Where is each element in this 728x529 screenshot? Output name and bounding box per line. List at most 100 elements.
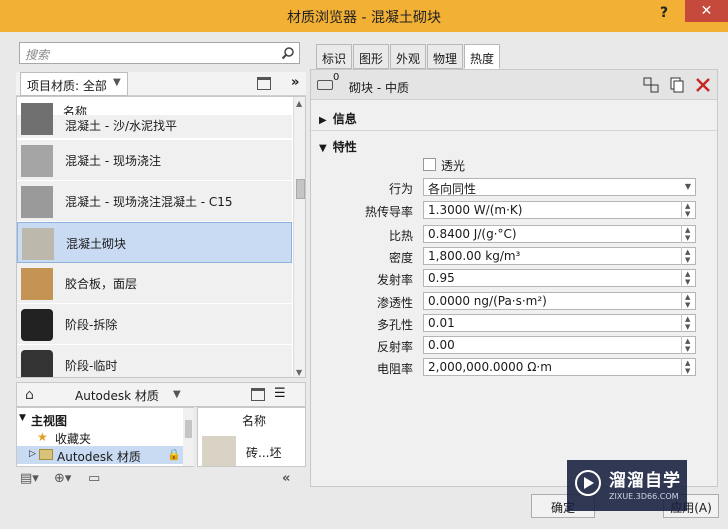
expand-triangle-icon[interactable]: ▼: [19, 413, 26, 423]
thumb-header[interactable]: 名称: [242, 412, 266, 429]
thumb-caption[interactable]: 砖...坯: [246, 444, 281, 461]
reflectivity-field[interactable]: 0.00: [423, 336, 696, 354]
tree-node-favorites[interactable]: ★ 收藏夹: [17, 428, 185, 446]
spin-down-icon[interactable]: ▼: [685, 345, 690, 353]
search-input[interactable]: 搜索: [19, 42, 300, 64]
spin-up-icon[interactable]: ▲: [685, 202, 690, 210]
spin-down-icon[interactable]: ▼: [685, 278, 690, 286]
close-button[interactable]: ✕: [685, 0, 728, 22]
scroll-down-icon[interactable]: ▼: [296, 368, 302, 377]
expand-icon[interactable]: »: [291, 75, 299, 90]
library-crumb[interactable]: Autodesk 材质: [75, 387, 159, 404]
tab-thermal[interactable]: 热度: [464, 44, 500, 69]
material-swatch: [21, 309, 53, 341]
asset-name: 砌块 - 中质: [349, 81, 409, 95]
density-label: 密度: [388, 251, 413, 265]
tree-scrollbar[interactable]: [183, 408, 194, 466]
density-field[interactable]: 1,800.00 kg/m³: [423, 247, 696, 265]
library-menu-icon[interactable]: ▤▾: [20, 471, 39, 486]
tree-node-label: 主视图: [31, 414, 68, 428]
list-item[interactable]: 阶段-拆除: [17, 304, 292, 345]
list-item[interactable]: 混凝土 - 现场浇注混凝土 - C15: [17, 181, 292, 222]
spin-down-icon[interactable]: ▼: [685, 256, 690, 264]
chevron-down-icon[interactable]: ▼: [173, 389, 181, 400]
asset-editor-icon[interactable]: ▭: [88, 471, 100, 486]
collapse-icon[interactable]: «: [282, 471, 290, 486]
behavior-select[interactable]: 各向同性 ▼: [423, 178, 696, 196]
thermal-conductivity-stepper[interactable]: ▲ ▼: [681, 201, 695, 219]
material-list-scrollbar[interactable]: ▲ ▼: [293, 97, 305, 377]
project-filter-dropdown[interactable]: 项目材质: 全部: [20, 72, 128, 96]
asset-hand-icon: [317, 80, 333, 90]
list-item-selected[interactable]: 混凝土砌块: [17, 222, 292, 263]
scroll-up-icon[interactable]: ▲: [296, 99, 302, 108]
material-swatch[interactable]: [202, 436, 236, 466]
spin-down-icon[interactable]: ▼: [685, 301, 690, 309]
window-icon[interactable]: [251, 388, 265, 401]
tab-appearance[interactable]: 外观: [390, 44, 426, 69]
spin-down-icon[interactable]: ▼: [685, 367, 690, 375]
home-icon[interactable]: ⌂: [25, 387, 34, 403]
tab-physical[interactable]: 物理: [427, 44, 463, 69]
emissivity-stepper[interactable]: ▲ ▼: [681, 269, 695, 287]
spin-up-icon[interactable]: ▲: [685, 359, 690, 367]
create-material-icon[interactable]: ⊕▾: [54, 471, 71, 486]
spin-down-icon[interactable]: ▼: [685, 210, 690, 218]
library-tree: ▼ 主视图 ★ 收藏夹 ▷ Autodesk 材质 🔒: [16, 407, 194, 467]
translucent-checkbox[interactable]: [423, 158, 436, 171]
spin-up-icon[interactable]: ▲: [685, 248, 690, 256]
list-item[interactable]: 阶段-临时: [17, 345, 292, 377]
material-swatch: [21, 350, 53, 377]
resistivity-stepper[interactable]: ▲ ▼: [681, 358, 695, 376]
scrollbar-thumb[interactable]: [296, 179, 305, 199]
show-hide-library-icon[interactable]: [257, 77, 271, 90]
emissivity-label: 发射率: [376, 273, 413, 287]
spin-up-icon[interactable]: ▲: [685, 293, 690, 301]
reflectivity-stepper[interactable]: ▲ ▼: [681, 336, 695, 354]
bottom-toolbar: ▤▾ ⊕▾ ▭ «: [16, 469, 306, 491]
delete-asset-icon[interactable]: [695, 77, 711, 93]
list-item[interactable]: 混凝土 - 现场浇注: [17, 140, 292, 181]
permeability-stepper[interactable]: ▲ ▼: [681, 292, 695, 310]
list-item[interactable]: 混凝土 - 沙/水泥找平: [17, 103, 292, 139]
section-properties[interactable]: ▼ 特性: [319, 138, 357, 155]
duplicate-asset-icon[interactable]: [669, 77, 685, 93]
tab-identity[interactable]: 标识: [316, 44, 352, 69]
property-panel: 0 砌块 - 中质 ▶ 信息 ▼ 特性 透光 行为 各向同性 ▼ 热传导率 1.…: [310, 69, 718, 487]
material-label: 混凝土砌块: [66, 237, 127, 251]
chevron-down-icon[interactable]: ▼: [113, 77, 121, 88]
material-label: 阶段-临时: [65, 359, 118, 373]
porosity-field[interactable]: 0.01: [423, 314, 696, 332]
spin-up-icon[interactable]: ▲: [685, 315, 690, 323]
search-icon[interactable]: [281, 46, 295, 60]
porosity-stepper[interactable]: ▲ ▼: [681, 314, 695, 332]
spin-up-icon[interactable]: ▲: [685, 226, 690, 234]
density-stepper[interactable]: ▲ ▼: [681, 247, 695, 265]
porosity-label: 多孔性: [376, 318, 413, 332]
tab-graphics[interactable]: 图形: [353, 44, 389, 69]
list-view-icon[interactable]: ☰: [274, 386, 286, 401]
expand-triangle-icon[interactable]: ▷: [29, 449, 36, 459]
spin-up-icon[interactable]: ▲: [685, 337, 690, 345]
spin-up-icon[interactable]: ▲: [685, 270, 690, 278]
help-button[interactable]: ?: [660, 5, 668, 21]
spin-down-icon[interactable]: ▼: [685, 234, 690, 242]
reflectivity-value: 0.00: [428, 338, 455, 352]
specific-heat-stepper[interactable]: ▲ ▼: [681, 225, 695, 243]
list-item[interactable]: 胶合板，面层: [17, 263, 292, 304]
resistivity-value: 2,000,000.0000 Ω·m: [428, 360, 552, 374]
resistivity-field[interactable]: 2,000,000.0000 Ω·m: [423, 358, 696, 376]
replace-asset-icon[interactable]: [643, 77, 659, 93]
tree-node-home[interactable]: ▼ 主视图: [17, 410, 185, 428]
emissivity-field[interactable]: 0.95: [423, 269, 696, 287]
tree-node-autodesk[interactable]: ▷ Autodesk 材质 🔒: [17, 446, 185, 464]
permeability-value: 0.0000 ng/(Pa·s·m²): [428, 294, 547, 308]
expand-triangle-icon: ▶: [319, 115, 327, 126]
specific-heat-field[interactable]: 0.8400 J/(g·°C): [423, 225, 696, 243]
section-info[interactable]: ▶ 信息: [319, 110, 357, 127]
permeability-field[interactable]: 0.0000 ng/(Pa·s·m²): [423, 292, 696, 310]
dialog-body: 搜索 项目材质: 全部 ▼ » 名称 混凝土 - 沙/水泥找平 混凝土 - 现场…: [0, 32, 728, 529]
scrollbar-thumb[interactable]: [185, 420, 192, 438]
thermal-conductivity-field[interactable]: 1.3000 W/(m·K): [423, 201, 696, 219]
spin-down-icon[interactable]: ▼: [685, 323, 690, 331]
